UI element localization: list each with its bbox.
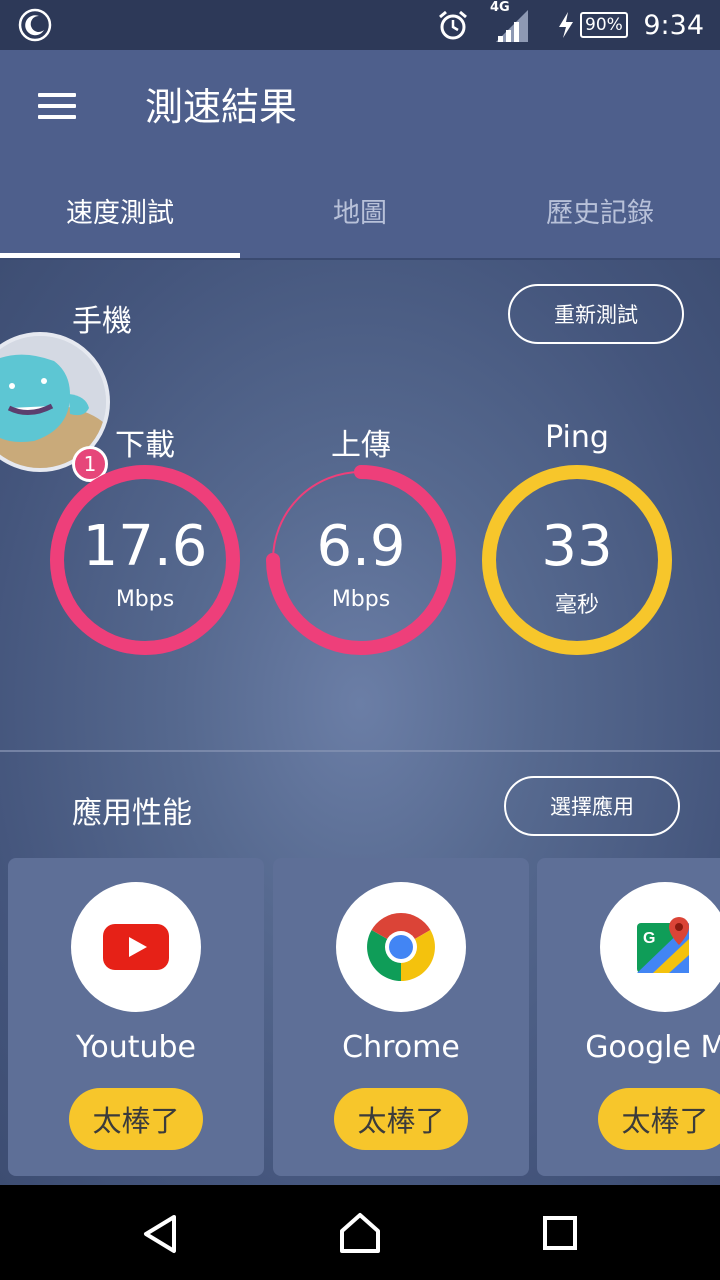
tab-map[interactable]: 地圖 bbox=[240, 160, 480, 260]
app-icon-circle bbox=[71, 882, 201, 1012]
app-rating-badge: 太棒了 bbox=[598, 1088, 720, 1150]
app-card-chrome[interactable]: Chrome 太棒了 bbox=[273, 858, 529, 1176]
app-name: Google Ma bbox=[585, 1030, 720, 1065]
tab-speed-test[interactable]: 速度測試 bbox=[0, 160, 240, 260]
app-rating-badge: 太棒了 bbox=[69, 1088, 203, 1150]
app-bar: 測速結果 bbox=[0, 50, 720, 160]
status-bar: 4G 90% 9:34 bbox=[0, 0, 720, 50]
tab-bar: 速度測試 地圖 歷史記錄 bbox=[0, 160, 720, 260]
hamburger-menu-icon[interactable] bbox=[30, 80, 82, 132]
back-icon[interactable] bbox=[140, 1213, 182, 1255]
alarm-icon bbox=[436, 0, 470, 50]
phone-section-title: 手機 bbox=[72, 304, 132, 339]
section-divider bbox=[0, 750, 720, 752]
app-icon-circle: G bbox=[600, 882, 720, 1012]
app-card-youtube[interactable]: Youtube 太棒了 bbox=[8, 858, 264, 1176]
moon-icon bbox=[18, 0, 52, 50]
youtube-icon bbox=[103, 924, 169, 970]
upload-value: 6.9 bbox=[316, 514, 406, 579]
app-name: Chrome bbox=[342, 1030, 460, 1065]
tab-indicator bbox=[0, 253, 240, 258]
app-name: Youtube bbox=[76, 1030, 196, 1065]
page-title: 測速結果 bbox=[145, 85, 298, 129]
app-performance-title: 應用性能 bbox=[72, 796, 192, 831]
upload-unit: Mbps bbox=[331, 587, 391, 612]
upload-label: 上傳 bbox=[331, 428, 391, 463]
chrome-icon bbox=[367, 913, 435, 981]
download-value: 17.6 bbox=[82, 514, 208, 579]
battery-charging-icon: 90% bbox=[556, 0, 628, 50]
tab-history[interactable]: 歷史記錄 bbox=[480, 160, 720, 260]
signal-icon: 4G bbox=[488, 0, 532, 50]
ping-label: Ping bbox=[545, 420, 609, 455]
recents-icon[interactable] bbox=[542, 1215, 578, 1251]
ping-value: 33 bbox=[541, 514, 613, 579]
google-maps-icon: G bbox=[637, 917, 689, 973]
app-rating-badge: 太棒了 bbox=[334, 1088, 468, 1150]
battery-level: 90% bbox=[585, 15, 623, 35]
app-icon-circle bbox=[336, 882, 466, 1012]
clock: 9:34 bbox=[643, 9, 704, 41]
app-card-google-maps[interactable]: G Google Ma 太棒了 bbox=[537, 858, 720, 1176]
navigation-bar bbox=[0, 1185, 720, 1280]
content-area: 手機 重新測試 1 下載 上傳 Ping 17.6 6.9 33 Mbps Mb… bbox=[0, 260, 720, 1185]
ping-unit: 毫秒 bbox=[554, 593, 599, 618]
download-unit: Mbps bbox=[115, 587, 175, 612]
download-label: 下載 bbox=[115, 428, 175, 463]
select-app-button[interactable]: 選擇應用 bbox=[504, 776, 680, 836]
svg-text:G: G bbox=[643, 930, 655, 947]
network-type: 4G bbox=[490, 0, 510, 15]
home-icon[interactable] bbox=[338, 1211, 382, 1255]
retest-button[interactable]: 重新測試 bbox=[508, 284, 684, 344]
